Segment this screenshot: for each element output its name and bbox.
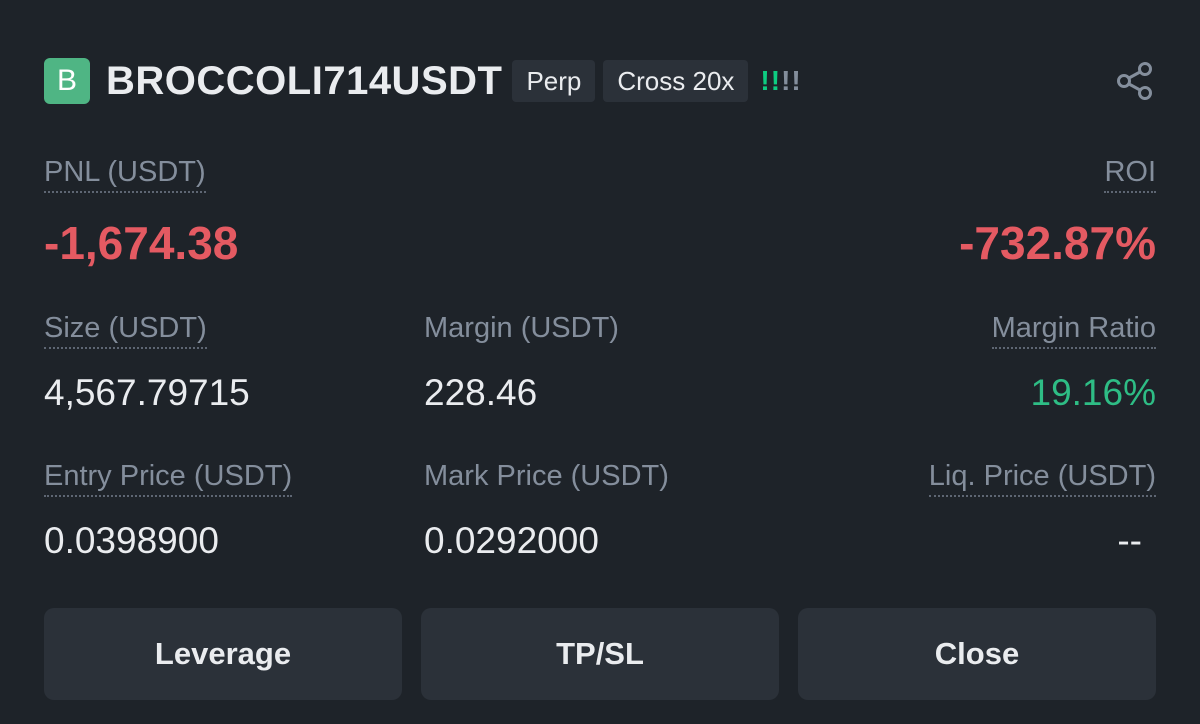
- margin-label: Margin (USDT): [424, 312, 619, 344]
- adl-indicator-inactive: !!: [781, 65, 802, 96]
- leverage-button[interactable]: Leverage: [44, 608, 402, 700]
- mark-price-label: Mark Price (USDT): [424, 460, 669, 492]
- entry-price-value: 0.0398900: [44, 520, 219, 561]
- position-header: B BROCCOLI714USDT Perp Cross 20x !!!!: [44, 54, 1156, 108]
- roi-value: -732.87%: [959, 217, 1156, 269]
- symbol-title[interactable]: BROCCOLI714USDT: [106, 59, 502, 104]
- pnl-value: -1,674.38: [44, 217, 239, 269]
- pnl-label[interactable]: PNL (USDT): [44, 156, 206, 193]
- adl-indicator-active: !!: [760, 65, 782, 96]
- size-value: 4,567.79715: [44, 372, 250, 413]
- position-card: B BROCCOLI714USDT Perp Cross 20x !!!! PN…: [0, 0, 1200, 724]
- margin-ratio-value: 19.16%: [1030, 372, 1157, 413]
- adl-indicator: !!!!: [760, 65, 801, 97]
- liq-price-label[interactable]: Liq. Price (USDT): [928, 460, 1156, 497]
- coin-badge-icon: B: [44, 58, 90, 104]
- margin-mode-tag[interactable]: Cross 20x: [603, 60, 749, 102]
- share-icon[interactable]: [1114, 60, 1156, 102]
- roi-label[interactable]: ROI: [1104, 156, 1156, 193]
- margin-value: 228.46: [424, 372, 538, 413]
- mark-price-value: 0.0292000: [424, 520, 599, 561]
- liq-price-value: --: [1117, 520, 1142, 561]
- margin-ratio-label[interactable]: Margin Ratio: [991, 312, 1156, 349]
- tpsl-button[interactable]: TP/SL: [421, 608, 779, 700]
- close-position-button[interactable]: Close: [798, 608, 1156, 700]
- contract-type-tag: Perp: [512, 60, 596, 102]
- size-label[interactable]: Size (USDT): [44, 312, 207, 349]
- entry-price-label[interactable]: Entry Price (USDT): [44, 460, 293, 497]
